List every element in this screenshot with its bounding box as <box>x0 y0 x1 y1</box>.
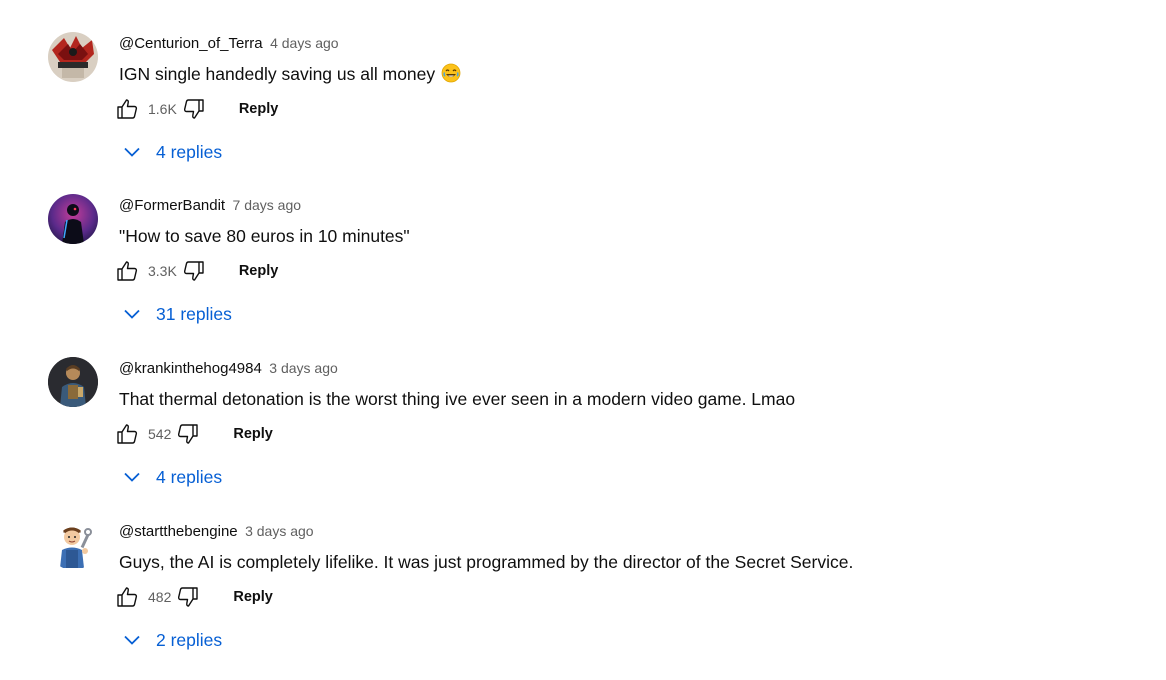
comment-text: That thermal detonation is the worst thi… <box>119 389 796 409</box>
like-button[interactable] <box>114 421 140 447</box>
view-replies-button[interactable]: 31 replies <box>122 302 232 326</box>
avatar[interactable] <box>48 194 98 244</box>
avatar[interactable] <box>48 357 98 407</box>
comment-actions: 542 Reply <box>114 421 273 447</box>
thumbs-up-icon <box>117 424 138 444</box>
comment-thread: @krankinthehog4984 3 days ago That therm… <box>48 357 1048 517</box>
comment-author[interactable]: @Centurion_of_Terra <box>119 35 263 52</box>
like-count: 1.6K <box>148 101 177 117</box>
comment-actions: 3.3K Reply <box>114 258 278 284</box>
thumbs-up-icon <box>117 587 138 607</box>
neon-figure-avatar-icon <box>48 194 98 244</box>
comment-actions: 1.6K Reply <box>114 96 278 122</box>
view-replies-button[interactable]: 4 replies <box>122 140 222 164</box>
replies-count-label[interactable]: 4 replies <box>156 467 222 488</box>
dislike-button[interactable] <box>175 421 201 447</box>
avatar[interactable] <box>48 520 98 570</box>
comment-text: "How to save 80 euros in 10 minutes" <box>119 226 410 246</box>
mechanic-cartoon-avatar-icon <box>48 520 98 570</box>
comment-timestamp[interactable]: 3 days ago <box>245 523 314 539</box>
like-button[interactable] <box>114 258 140 284</box>
replies-count-label[interactable]: 4 replies <box>156 142 222 163</box>
comment-header: @FormerBandit 7 days ago <box>119 195 301 215</box>
like-button[interactable] <box>114 584 140 610</box>
thumbs-up-icon <box>117 261 138 281</box>
like-count: 3.3K <box>148 263 177 279</box>
comment-author[interactable]: @FormerBandit <box>119 197 225 214</box>
comment-author[interactable]: @krankinthehog4984 <box>119 360 262 377</box>
comment-header: @Centurion_of_Terra 4 days ago <box>119 33 339 53</box>
like-button[interactable] <box>114 96 140 122</box>
dislike-button[interactable] <box>175 584 201 610</box>
thumbs-down-icon <box>183 99 204 119</box>
view-replies-button[interactable]: 4 replies <box>122 465 222 489</box>
thumbs-down-icon <box>183 261 204 281</box>
dislike-button[interactable] <box>181 96 207 122</box>
chevron-down-icon <box>124 147 140 157</box>
like-count: 482 <box>148 589 172 605</box>
comment-thread: @startthebengine 3 days ago Guys, the AI… <box>48 520 1048 680</box>
reply-button[interactable]: Reply <box>239 263 279 279</box>
comment-thread: @FormerBandit 7 days ago "How to save 80… <box>48 194 1048 354</box>
comment-header: @krankinthehog4984 3 days ago <box>119 358 338 378</box>
dislike-button[interactable] <box>181 258 207 284</box>
comment-timestamp[interactable]: 3 days ago <box>269 360 338 376</box>
chevron-down-icon <box>124 309 140 319</box>
like-count: 542 <box>148 426 172 442</box>
thumbs-down-icon <box>178 587 199 607</box>
comment-text: Guys, the AI is completely lifelike. It … <box>119 552 854 572</box>
comment-timestamp[interactable]: 4 days ago <box>270 35 339 51</box>
comment-timestamp[interactable]: 7 days ago <box>233 197 302 213</box>
comment-header: @startthebengine 3 days ago <box>119 521 314 541</box>
comment-thread: @Centurion_of_Terra 4 days ago IGN singl… <box>48 32 1048 192</box>
comment-text-body: IGN single handedly saving us all money <box>119 64 436 84</box>
replies-count-label[interactable]: 2 replies <box>156 630 222 651</box>
avatar[interactable] <box>48 32 98 82</box>
replies-count-label[interactable]: 31 replies <box>156 304 232 325</box>
chevron-down-icon <box>124 472 140 482</box>
thumbs-up-icon <box>117 99 138 119</box>
laughing-emoji-icon <box>441 63 461 89</box>
reply-button[interactable]: Reply <box>233 426 273 442</box>
view-replies-button[interactable]: 2 replies <box>122 628 222 652</box>
reply-button[interactable]: Reply <box>233 589 273 605</box>
red-warrior-avatar-icon <box>48 32 98 82</box>
chevron-down-icon <box>124 635 140 645</box>
armored-character-avatar-icon <box>48 357 98 407</box>
comment-author[interactable]: @startthebengine <box>119 523 238 540</box>
thumbs-down-icon <box>178 424 199 444</box>
comment-text: IGN single handedly saving us all money <box>119 62 461 89</box>
comment-actions: 482 Reply <box>114 584 273 610</box>
reply-button[interactable]: Reply <box>239 101 279 117</box>
